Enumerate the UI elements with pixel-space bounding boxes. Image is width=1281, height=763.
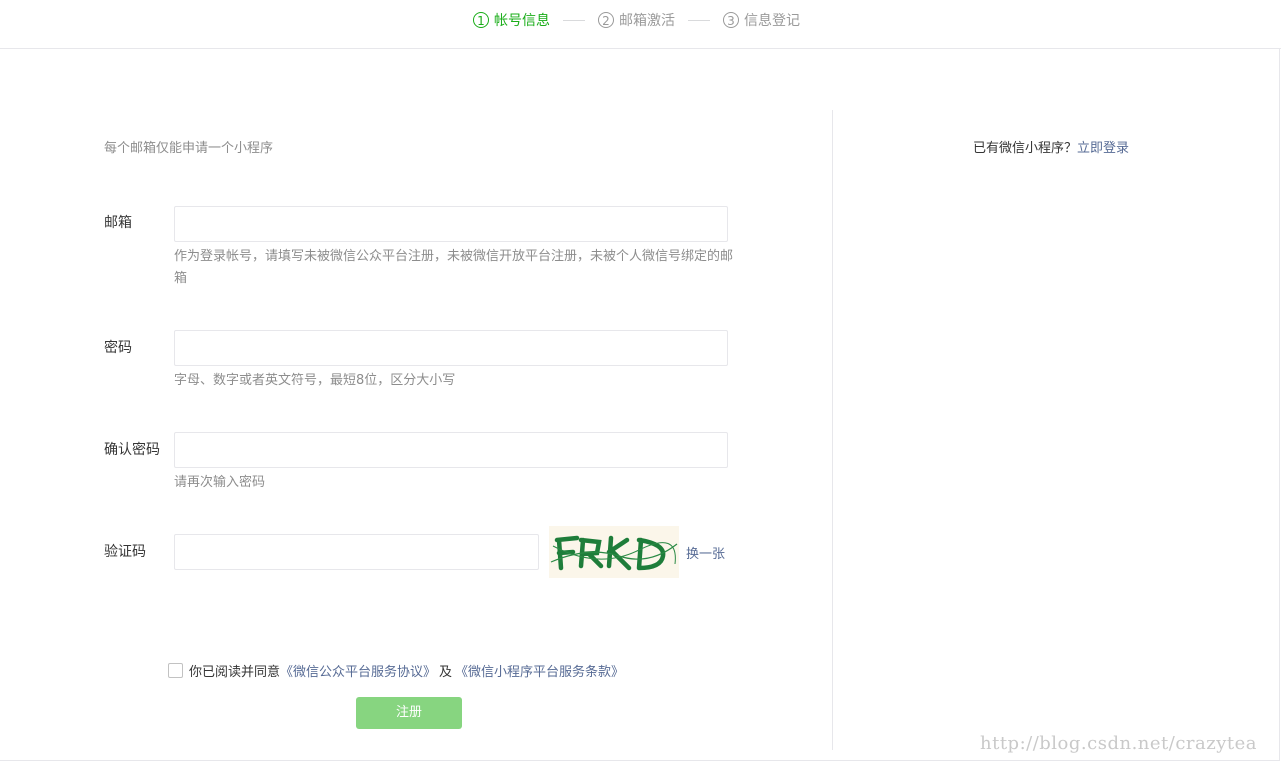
password-hint: 字母、数字或者英文符号，最短8位，区分大小写 [174, 373, 456, 388]
step-number-3: 3 [723, 12, 739, 28]
confirm-password-input[interactable] [174, 432, 728, 468]
agreement-row: 你已阅读并同意 《微信公众平台服务协议》 及 《微信小程序平台服务条款》 [168, 661, 624, 680]
email-hint: 作为登录帐号，请填写未被微信公众平台注册，未被微信开放平台注册，未被个人微信号绑… [174, 249, 734, 286]
captcha-label: 验证码 [104, 544, 146, 560]
login-prompt: 已有微信小程序？立即登录 [973, 137, 1129, 156]
step-number-2: 2 [598, 12, 614, 28]
step-info-registration: 3 信息登记 [723, 10, 800, 30]
service-agreement-link[interactable]: 《微信公众平台服务协议》 [280, 661, 436, 680]
step-number-1: 1 [473, 12, 489, 28]
login-question: 已有微信小程序？ [973, 141, 1078, 156]
miniprogram-terms-link[interactable]: 《微信小程序平台服务条款》 [455, 661, 624, 680]
step-indicator: 1 帐号信息 2 邮箱激活 3 信息登记 [473, 10, 800, 30]
email-input[interactable] [174, 206, 728, 242]
steps-bar: 1 帐号信息 2 邮箱激活 3 信息登记 [0, 0, 1281, 49]
captcha-input[interactable] [174, 534, 539, 570]
column-divider [832, 110, 833, 750]
step-label-1: 帐号信息 [494, 13, 550, 29]
step-label-3: 信息登记 [744, 13, 800, 29]
step-separator [563, 19, 585, 21]
password-label: 密码 [104, 340, 132, 356]
step-account-info: 1 帐号信息 [473, 10, 550, 30]
agreement-prefix: 你已阅读并同意 [189, 665, 281, 680]
step-email-activation: 2 邮箱激活 [598, 10, 675, 30]
confirm-password-hint: 请再次输入密码 [174, 475, 266, 490]
form-tips: 每个邮箱仅能申请一个小程序 [104, 141, 274, 156]
captcha-image[interactable] [549, 526, 679, 578]
agreement-checkbox[interactable] [168, 663, 183, 678]
confirm-password-label: 确认密码 [104, 442, 160, 458]
step-separator [688, 19, 710, 21]
step-label-2: 邮箱激活 [619, 13, 675, 29]
register-button[interactable]: 注册 [356, 697, 462, 729]
refresh-captcha-link[interactable]: 换一张 [686, 543, 725, 562]
password-input[interactable] [174, 330, 728, 366]
watermark: http://blog.csdn.net/crazytea [980, 733, 1258, 754]
captcha-graphic [549, 526, 679, 578]
login-link[interactable]: 立即登录 [1077, 141, 1129, 156]
email-label: 邮箱 [104, 215, 132, 231]
agreement-conjunction: 及 [439, 665, 453, 680]
